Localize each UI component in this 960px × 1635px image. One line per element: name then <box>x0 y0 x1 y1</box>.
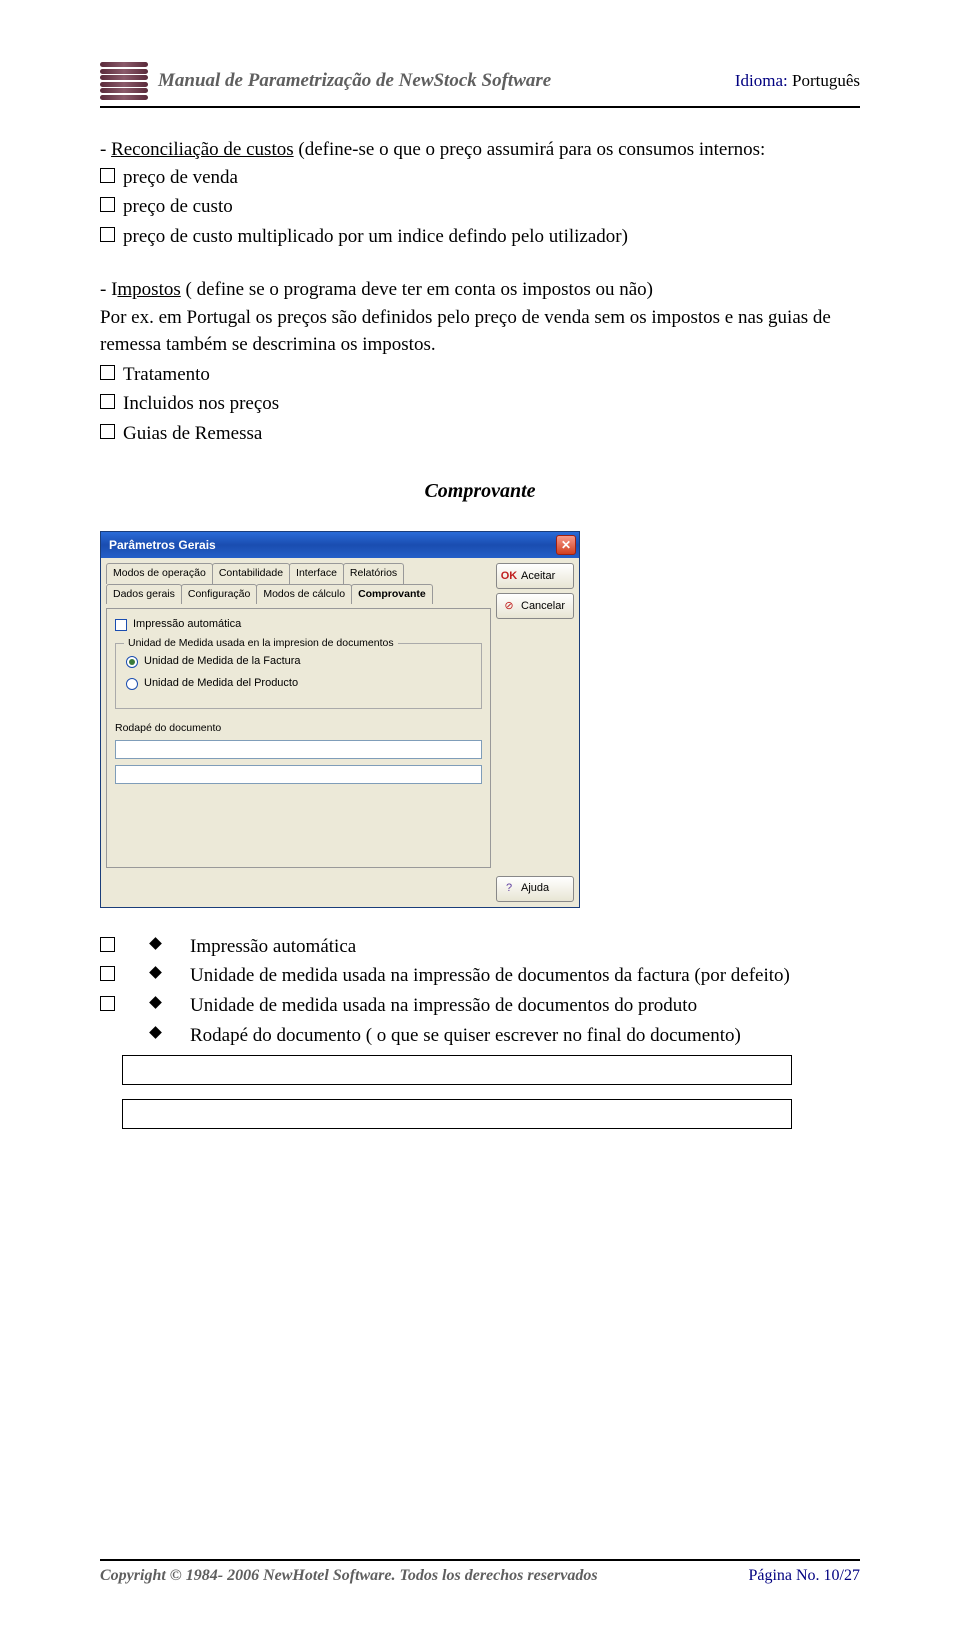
checkbox-icon <box>100 424 115 439</box>
checkbox-icon <box>115 619 127 631</box>
groupbox-unidad-medida: Unidad de Medida usada en la impresion d… <box>115 643 482 709</box>
radio-icon <box>126 678 138 690</box>
ajuda-button[interactable]: ? Ajuda <box>496 876 574 902</box>
language-value: Português <box>792 71 860 90</box>
radio-unidad-factura[interactable]: Unidad de Medida de la Factura <box>126 654 471 670</box>
tab-modos-calculo[interactable]: Modos de cálculo <box>256 584 352 604</box>
checkbox-icon <box>100 365 115 380</box>
rodape-label: Rodapé do documento <box>115 721 482 736</box>
diamond-bullet-icon <box>149 996 162 1009</box>
reconciliacao-intro: - Reconciliação de custos (define-se o q… <box>100 136 860 164</box>
tab-panel-comprovante: Impressão automática Unidad de Medida us… <box>106 608 491 868</box>
checkbox-icon <box>100 937 115 952</box>
radio-unidad-producto[interactable]: Unidad de Medida del Producto <box>126 676 471 692</box>
rodape-input-2[interactable] <box>115 765 482 784</box>
dialog-titlebar: Parâmetros Gerais ✕ <box>101 532 579 558</box>
aceitar-button[interactable]: OK Aceitar <box>496 563 574 589</box>
tab-comprovante[interactable]: Comprovante <box>351 584 433 604</box>
checkbox-icon <box>100 227 115 242</box>
tab-modos-operacao[interactable]: Modos de operação <box>106 563 213 583</box>
page-footer: Copyright © 1984- 2006 NewHotel Software… <box>100 1559 860 1585</box>
cancelar-button[interactable]: ⊘ Cancelar <box>496 593 574 619</box>
radio-icon <box>126 656 138 668</box>
close-icon[interactable]: ✕ <box>556 535 576 555</box>
bullet-unidade-produto: Unidade de medida usada na impressão de … <box>190 992 860 1020</box>
diamond-bullet-icon <box>149 937 162 950</box>
tab-dados-gerais[interactable]: Dados gerais <box>106 584 182 604</box>
rodape-text-box-1 <box>122 1055 792 1085</box>
diamond-bullet-icon <box>149 1026 162 1039</box>
bullet-rodape: Rodapé do documento ( o que se quiser es… <box>190 1022 860 1050</box>
diamond-bullet-icon <box>149 967 162 980</box>
ok-icon: OK <box>501 568 517 584</box>
tab-relatorios[interactable]: Relatórios <box>343 563 404 583</box>
document-body: - Reconciliação de custos (define-se o q… <box>100 136 860 1129</box>
dialog-title: Parâmetros Gerais <box>109 537 216 554</box>
impostos-example: Por ex. em Portugal os preços são defini… <box>100 307 831 356</box>
language-label: Idioma: <box>735 71 788 90</box>
option-preco-custo: preço de custo <box>123 193 233 221</box>
section-title-comprovante: Comprovante <box>100 477 860 506</box>
checkbox-impressao-automatica[interactable]: Impressão automática <box>115 617 482 633</box>
impostos-intro: - Impostos ( define se o programa deve t… <box>100 276 860 304</box>
option-tratamento: Tratamento <box>123 361 210 389</box>
checkbox-icon <box>100 394 115 409</box>
checkbox-icon <box>100 168 115 183</box>
cancel-icon: ⊘ <box>501 598 517 614</box>
rodape-input-1[interactable] <box>115 740 482 759</box>
copyright-text: Copyright © 1984- 2006 NewHotel Software… <box>100 1567 598 1585</box>
checkbox-icon <box>100 966 115 981</box>
checkbox-icon <box>100 996 115 1011</box>
bullet-unidade-factura: Unidade de medida usada na impressão de … <box>190 962 860 990</box>
option-incluidos: Incluidos nos preços <box>123 390 279 418</box>
groupbox-legend: Unidad de Medida usada en la impresion d… <box>124 636 398 651</box>
option-preco-indice: preço de custo multiplicado por um indic… <box>123 223 628 251</box>
help-icon: ? <box>501 881 517 897</box>
rodape-text-box-2 <box>122 1099 792 1129</box>
tab-configuracao[interactable]: Configuração <box>181 584 257 604</box>
page-header: Manual de Parametrização de NewStock Sof… <box>100 60 860 108</box>
tab-interface[interactable]: Interface <box>289 563 344 583</box>
option-preco-venda: preço de venda <box>123 164 238 192</box>
tab-contabilidade[interactable]: Contabilidade <box>212 563 290 583</box>
logo-icon <box>100 60 148 102</box>
doc-title: Manual de Parametrização de NewStock Sof… <box>158 70 551 92</box>
page-number: Página No. 10/27 <box>748 1567 860 1585</box>
bullet-impressao-automatica: Impressão automática <box>190 933 860 961</box>
checkbox-icon <box>100 197 115 212</box>
parametros-dialog: Parâmetros Gerais ✕ Modos de operação Co… <box>100 531 580 907</box>
language-indicator: Idioma: Português <box>735 71 860 91</box>
option-guias: Guias de Remessa <box>123 420 262 448</box>
